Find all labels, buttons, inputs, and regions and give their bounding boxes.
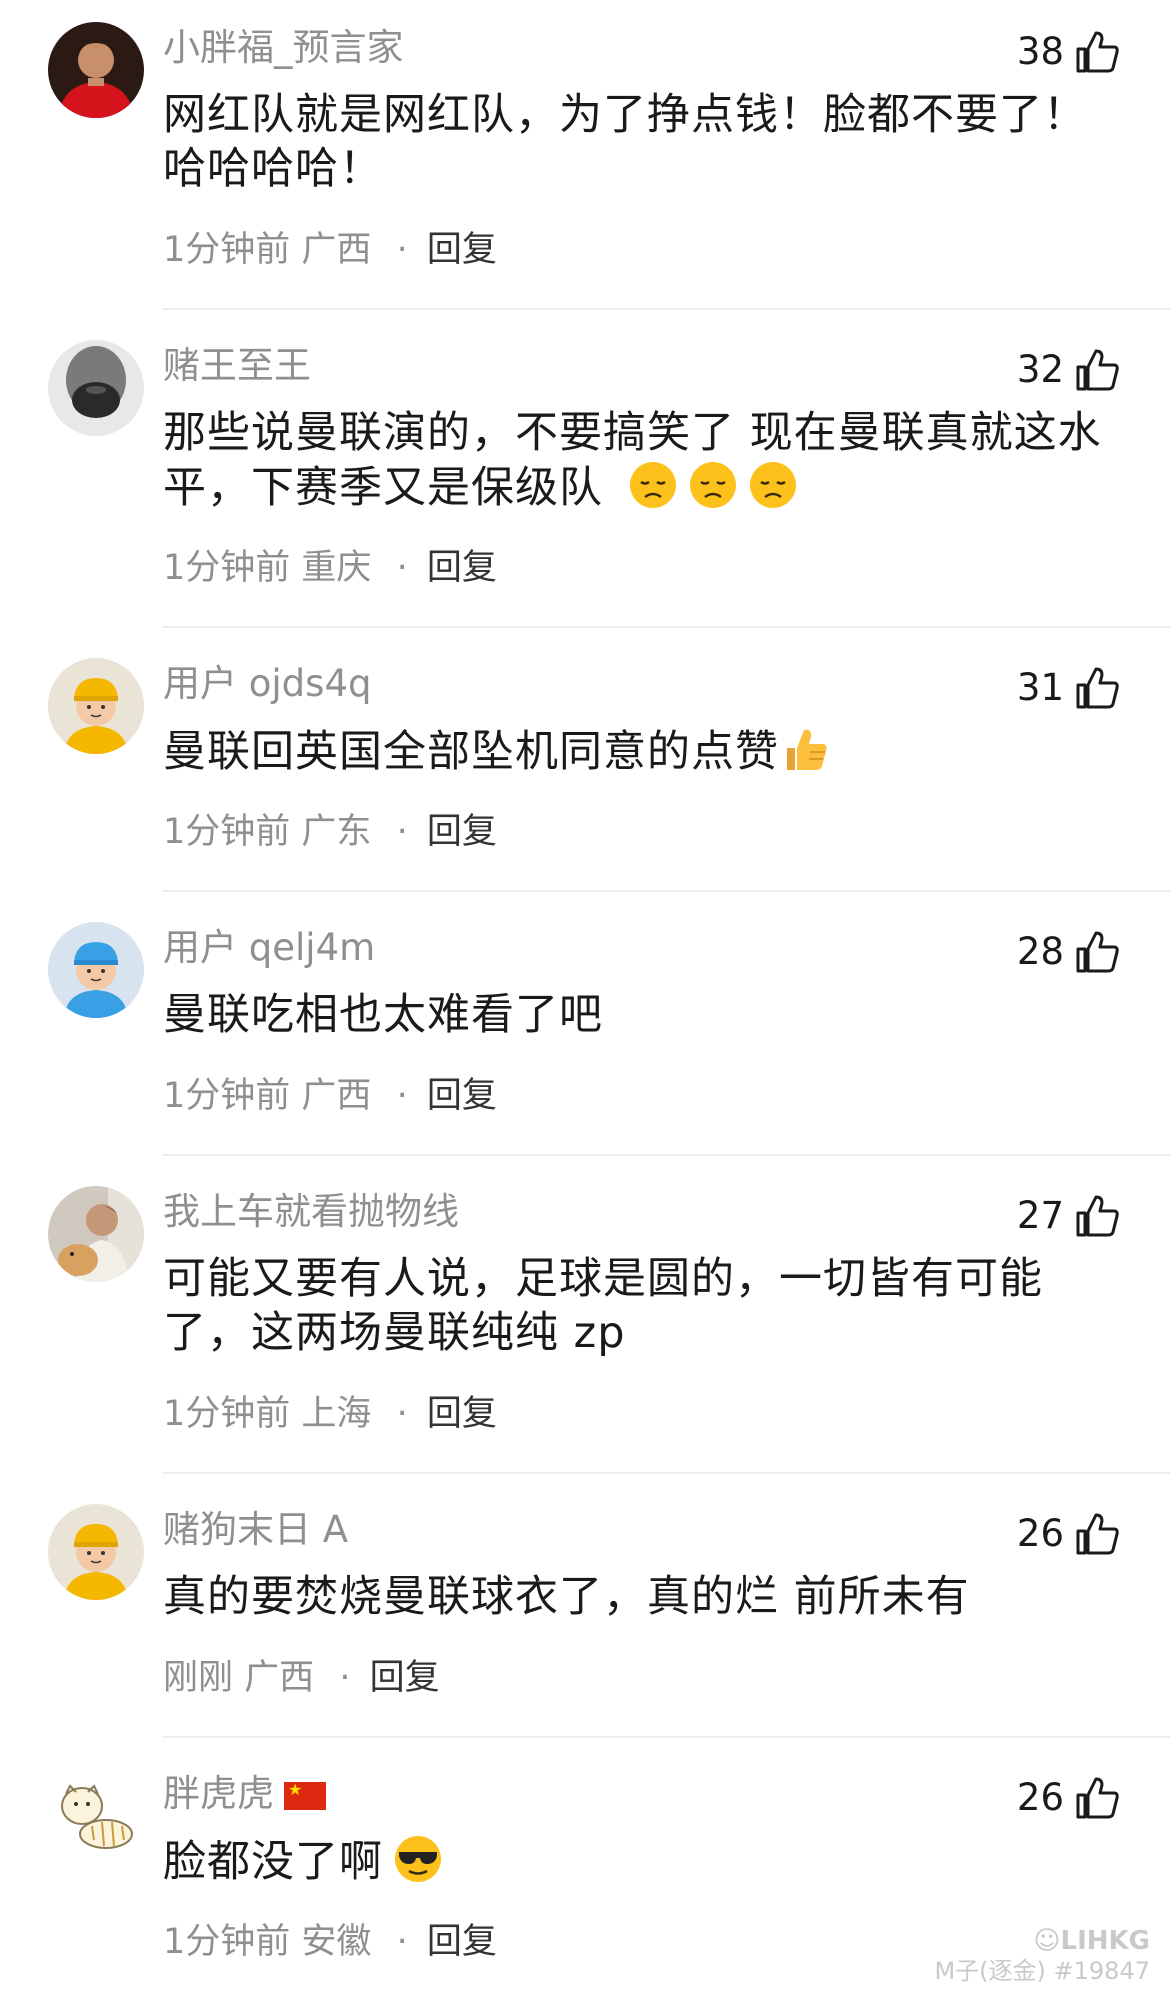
blue-cap-cartoon-avatar-icon[interactable]	[48, 922, 144, 1018]
comment-location: 广西	[301, 230, 372, 270]
comment-meta: 1分钟前 广西 · 回复	[163, 1074, 497, 1118]
comment-username[interactable]: 赌王至王	[163, 342, 311, 390]
comment-username[interactable]: 胖虎虎	[163, 1770, 326, 1818]
like-count: 26	[1016, 1776, 1064, 1819]
comment-meta: 1分钟前 广东 · 回复	[163, 810, 497, 854]
comment-username[interactable]: 小胖福_预言家	[163, 24, 404, 72]
comment-location: 重庆	[301, 548, 372, 588]
comment-text: 脸都没了啊	[163, 1834, 1103, 1889]
divider	[163, 1736, 1170, 1738]
divider	[163, 890, 1170, 892]
comment-username[interactable]: 我上车就看抛物线	[163, 1188, 459, 1236]
yellow-cap-cartoon-avatar-icon[interactable]	[48, 658, 144, 754]
thumbs-up-icon	[1072, 663, 1122, 713]
comment-location: 广西	[244, 1658, 315, 1698]
reply-button[interactable]: 回复	[370, 1658, 440, 1698]
comment-username-text: 胖虎虎	[163, 1772, 274, 1815]
watermark-credit: M子(逐金) #19847	[934, 1957, 1150, 1985]
divider	[163, 626, 1170, 628]
like-button[interactable]: 31	[1017, 662, 1122, 714]
like-button[interactable]: 28	[1017, 926, 1122, 978]
like-button[interactable]: 32	[1017, 344, 1122, 396]
thumbs-up-icon	[1072, 927, 1122, 977]
comment-username[interactable]: 用户 qelj4m	[163, 924, 375, 972]
thumbs-up-icon	[1072, 1191, 1122, 1241]
comment-text: 曼联吃相也太难看了吧	[163, 990, 603, 1040]
comment-time: 1分钟前	[163, 1076, 291, 1116]
comment-location: 广西	[301, 1076, 372, 1116]
comment-text: 曼联回英国全部坠机同意的点赞	[163, 724, 1103, 779]
separator-dot: ·	[396, 1922, 408, 1962]
thumbs-up-emoji	[781, 724, 831, 774]
like-count: 38	[1016, 30, 1064, 73]
divider	[163, 1472, 1170, 1474]
disappointed-face-emoji	[688, 460, 738, 510]
reply-button[interactable]: 回复	[427, 548, 497, 588]
comment-time: 1分钟前	[163, 230, 291, 270]
comment-location: 安徽	[301, 1922, 372, 1962]
comment-text-body: 脸都没了啊	[163, 1837, 383, 1887]
comment-text: 那些说曼联演的，不要搞笑了 现在曼联真就这水平，下赛季又是保级队	[163, 406, 1103, 515]
comment-location: 上海	[301, 1394, 372, 1434]
divider	[163, 1154, 1170, 1156]
thumbs-up-icon	[1072, 27, 1122, 77]
disappointed-face-emoji	[628, 460, 678, 510]
like-count: 28	[1016, 930, 1064, 973]
comment-location: 广东	[301, 812, 372, 852]
comment-username[interactable]: 用户 ojds4q	[163, 660, 371, 708]
yellow-cap-cartoon-avatar-icon[interactable]	[48, 1504, 144, 1600]
football-player-avatar-icon[interactable]	[48, 22, 144, 118]
comment-text: 网红队就是网红队，为了挣点钱！脸都不要了！哈哈哈哈！	[163, 90, 1087, 194]
disappointed-face-emoji	[748, 460, 798, 510]
like-count: 27	[1016, 1194, 1064, 1237]
reply-button[interactable]: 回复	[427, 1394, 497, 1434]
comment-time: 1分钟前	[163, 812, 291, 852]
reply-button[interactable]: 回复	[427, 812, 497, 852]
separator-dot: ·	[396, 230, 408, 270]
man-with-dog-avatar-icon[interactable]	[48, 1186, 144, 1282]
reply-button[interactable]: 回复	[427, 1922, 497, 1962]
comment-text: 可能又要有人说，足球是圆的，一切皆有可能了，这两场曼联纯纯 zp	[163, 1254, 1043, 1358]
separator-dot: ·	[396, 1076, 408, 1116]
separator-dot: ·	[339, 1658, 351, 1698]
tiger-cartoon-avatar-icon[interactable]	[48, 1768, 144, 1864]
separator-dot: ·	[396, 1394, 408, 1434]
bearded-face-avatar-icon[interactable]	[48, 340, 144, 436]
thumbs-up-icon	[1072, 345, 1122, 395]
comment-time: 1分钟前	[163, 1922, 291, 1962]
comment-meta: 1分钟前 广西 · 回复	[163, 228, 497, 272]
comment-time: 1分钟前	[163, 1394, 291, 1434]
comment-meta: 刚刚 广西 · 回复	[163, 1656, 440, 1700]
like-count: 32	[1016, 348, 1064, 391]
like-count: 31	[1016, 666, 1064, 709]
thumbs-up-icon	[1072, 1773, 1122, 1823]
comment-time: 1分钟前	[163, 548, 291, 588]
china-flag-icon	[284, 1780, 326, 1810]
comment-meta: 1分钟前 安徽 · 回复	[163, 1920, 497, 1964]
reply-button[interactable]: 回复	[427, 1076, 497, 1116]
like-button[interactable]: 26	[1017, 1508, 1122, 1560]
comment-meta: 1分钟前 重庆 · 回复	[163, 546, 497, 590]
comment-meta: 1分钟前 上海 · 回复	[163, 1392, 497, 1436]
watermark-logo: ☺LIHKG	[1033, 1926, 1150, 1956]
comment-text-body: 曼联回英国全部坠机同意的点赞	[163, 727, 779, 777]
thumbs-up-icon	[1072, 1509, 1122, 1559]
like-button[interactable]: 27	[1017, 1190, 1122, 1242]
like-button[interactable]: 38	[1017, 26, 1122, 78]
like-count: 26	[1016, 1512, 1064, 1555]
comment-text: 真的要焚烧曼联球衣了，真的烂 前所未有	[163, 1572, 970, 1622]
separator-dot: ·	[396, 812, 408, 852]
watermark: ☺LIHKG M子(逐金) #19847	[934, 1926, 1150, 1986]
comment-time: 刚刚	[163, 1658, 234, 1698]
sunglasses-face-emoji	[393, 1834, 443, 1884]
separator-dot: ·	[396, 548, 408, 588]
reply-button[interactable]: 回复	[427, 230, 497, 270]
like-button[interactable]: 26	[1017, 1772, 1122, 1824]
divider	[163, 308, 1170, 310]
comment-username[interactable]: 赌狗末日 A	[163, 1506, 348, 1554]
